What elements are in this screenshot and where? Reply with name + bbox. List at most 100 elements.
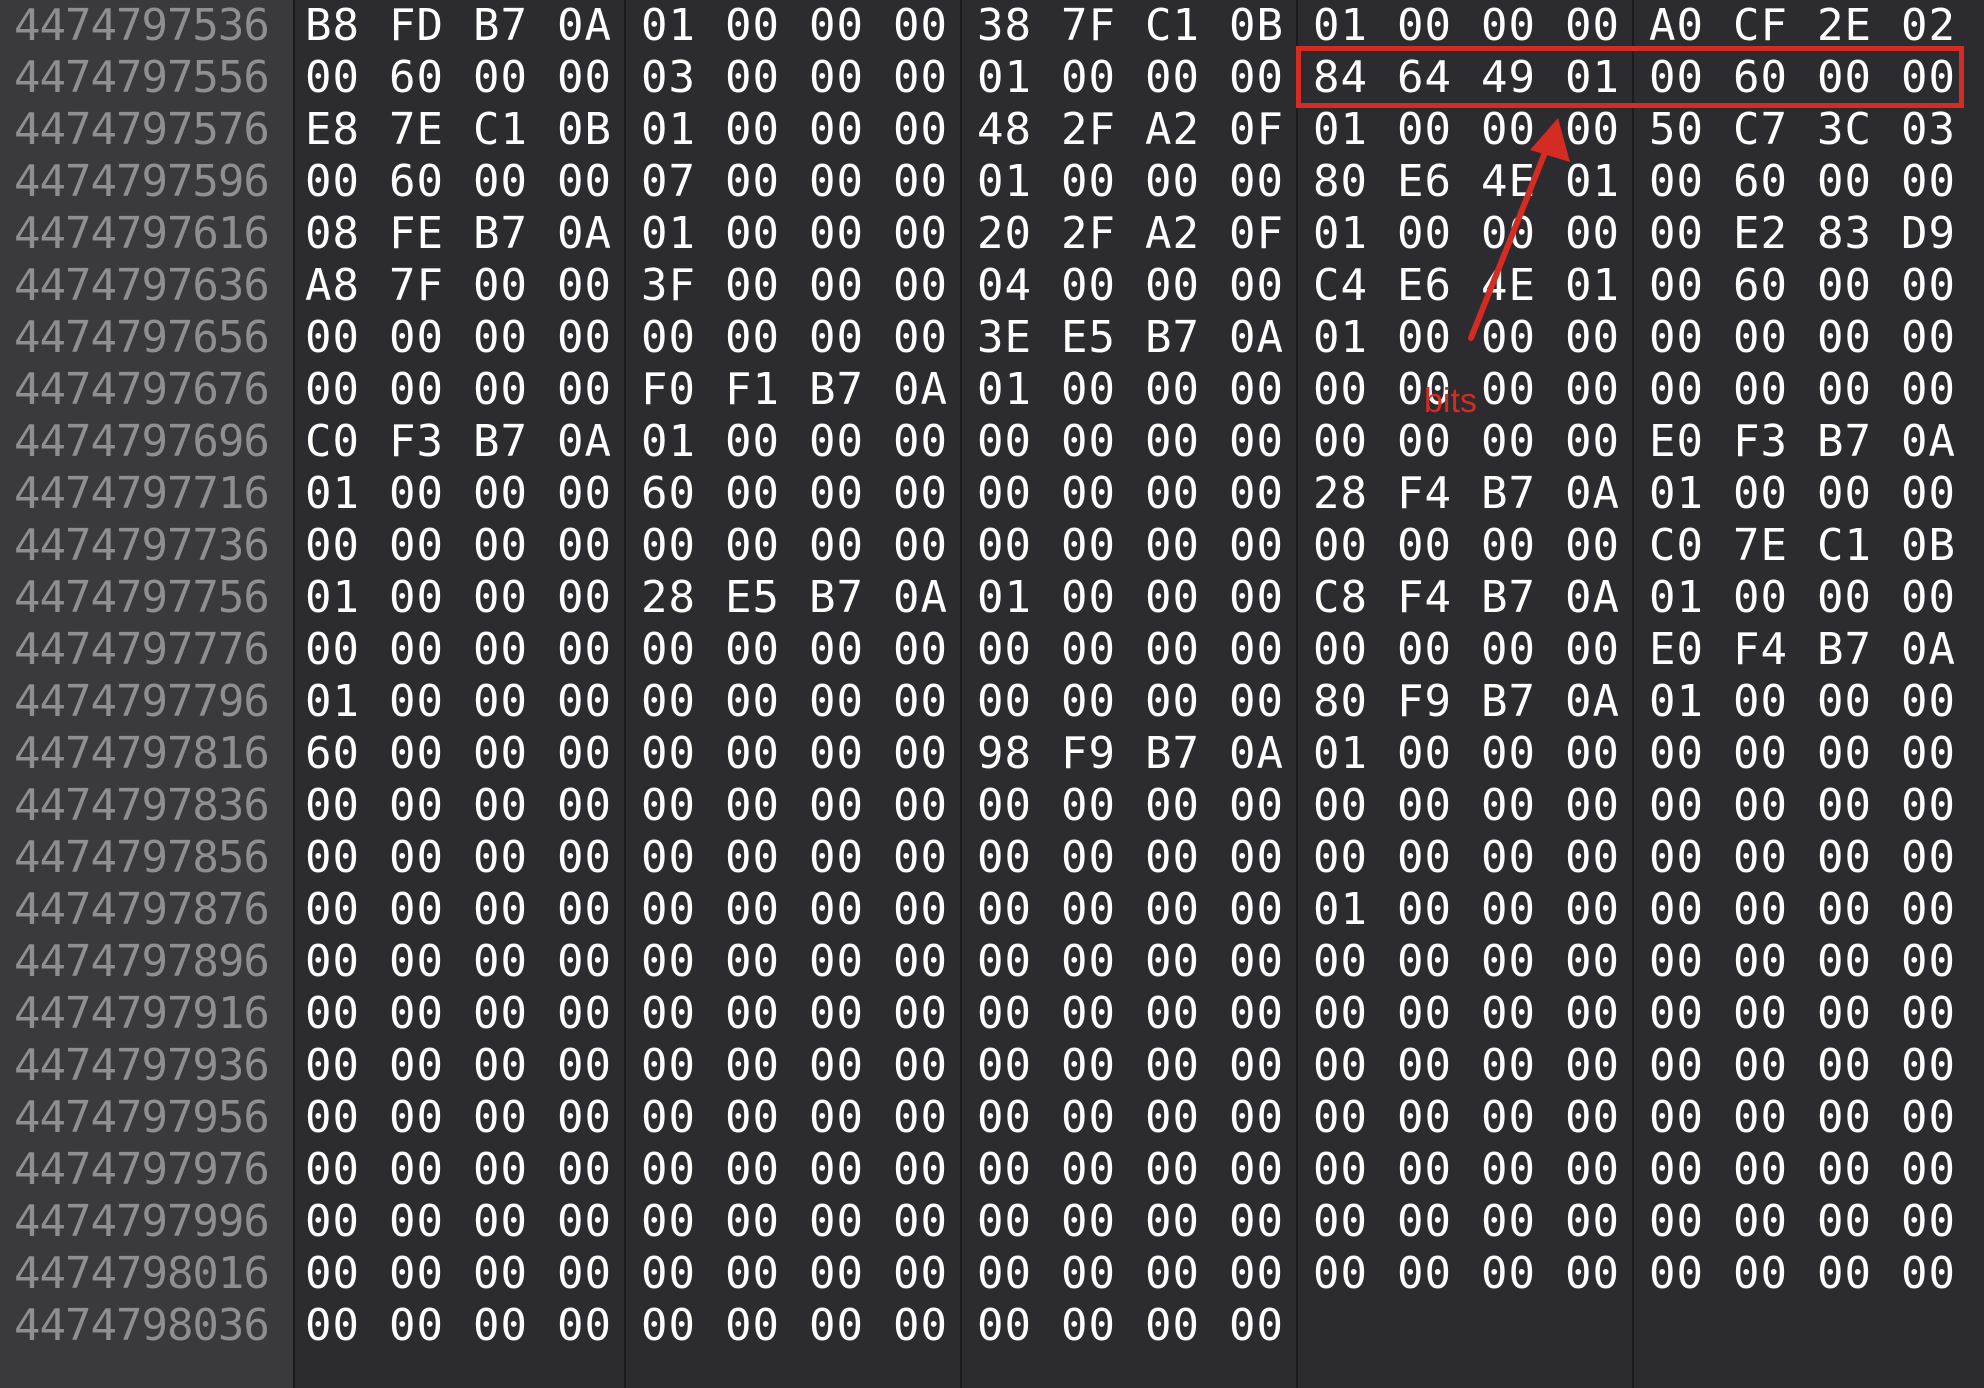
- hex-byte[interactable]: 00: [389, 1196, 444, 1248]
- hex-byte[interactable]: FE: [389, 208, 444, 260]
- hex-byte[interactable]: 00: [1061, 260, 1116, 312]
- hex-byte[interactable]: 00: [1901, 780, 1956, 832]
- hex-byte[interactable]: 00: [641, 1092, 696, 1144]
- hex-byte[interactable]: 00: [1481, 312, 1536, 364]
- hex-byte[interactable]: 01: [641, 416, 696, 468]
- hex-byte[interactable]: 00: [809, 1248, 864, 1300]
- hex-byte[interactable]: 00: [1733, 1196, 1788, 1248]
- hex-byte[interactable]: 00: [809, 520, 864, 572]
- hex-byte[interactable]: 00: [1061, 884, 1116, 936]
- hex-byte[interactable]: 00: [473, 312, 528, 364]
- hex-byte[interactable]: 2F: [1061, 208, 1116, 260]
- hex-byte[interactable]: 83: [1817, 208, 1872, 260]
- hex-byte[interactable]: 00: [473, 624, 528, 676]
- hex-byte[interactable]: 00: [1733, 364, 1788, 416]
- hex-byte[interactable]: 01: [1313, 0, 1368, 52]
- hex-byte[interactable]: 00: [1901, 468, 1956, 520]
- hex-byte[interactable]: 00: [1649, 364, 1704, 416]
- hex-byte[interactable]: 00: [809, 832, 864, 884]
- hex-byte[interactable]: 00: [557, 1248, 612, 1300]
- hex-byte[interactable]: 00: [557, 728, 612, 780]
- hex-byte[interactable]: 00: [1145, 1248, 1200, 1300]
- hex-byte[interactable]: B7: [473, 416, 528, 468]
- hex-byte[interactable]: F4: [1397, 572, 1452, 624]
- hex-byte[interactable]: B7: [1481, 468, 1536, 520]
- hex-byte[interactable]: 00: [1313, 1040, 1368, 1092]
- hex-byte[interactable]: 03: [641, 52, 696, 104]
- hex-byte[interactable]: 00: [893, 1196, 948, 1248]
- hex-byte[interactable]: 0F: [1229, 104, 1284, 156]
- hex-byte[interactable]: 01: [1649, 676, 1704, 728]
- hex-byte[interactable]: 00: [725, 104, 780, 156]
- hex-byte[interactable]: 48: [977, 104, 1032, 156]
- hex-byte[interactable]: 20: [977, 208, 1032, 260]
- hex-byte[interactable]: 00: [1649, 780, 1704, 832]
- hex-byte[interactable]: 00: [557, 364, 612, 416]
- hex-byte[interactable]: 50: [1649, 104, 1704, 156]
- hex-byte[interactable]: 00: [389, 676, 444, 728]
- hex-byte[interactable]: 00: [557, 988, 612, 1040]
- hex-byte[interactable]: 00: [1229, 52, 1284, 104]
- hex-byte[interactable]: 00: [389, 832, 444, 884]
- hex-byte[interactable]: 60: [305, 728, 360, 780]
- hex-byte[interactable]: 00: [1397, 988, 1452, 1040]
- hex-byte[interactable]: 00: [1481, 0, 1536, 52]
- hex-byte[interactable]: 00: [1061, 1092, 1116, 1144]
- hex-byte[interactable]: 00: [1481, 884, 1536, 936]
- hex-byte[interactable]: 00: [389, 884, 444, 936]
- hex-byte[interactable]: 00: [725, 416, 780, 468]
- hex-byte[interactable]: 00: [1481, 936, 1536, 988]
- hex-byte[interactable]: 01: [977, 364, 1032, 416]
- hex-byte[interactable]: 00: [977, 1040, 1032, 1092]
- hex-byte[interactable]: 00: [1901, 832, 1956, 884]
- hex-byte[interactable]: 60: [1733, 260, 1788, 312]
- hex-byte[interactable]: 00: [809, 676, 864, 728]
- hex-byte[interactable]: 00: [725, 468, 780, 520]
- hex-byte[interactable]: A0: [1649, 0, 1704, 52]
- hex-byte[interactable]: 00: [1397, 312, 1452, 364]
- hex-byte[interactable]: 00: [1733, 884, 1788, 936]
- hex-byte[interactable]: 00: [1397, 416, 1452, 468]
- hex-byte[interactable]: 00: [641, 1300, 696, 1352]
- hex-byte[interactable]: C8: [1313, 572, 1368, 624]
- hex-byte[interactable]: 00: [1061, 52, 1116, 104]
- hex-byte[interactable]: 00: [1817, 780, 1872, 832]
- hex-byte[interactable]: 00: [641, 936, 696, 988]
- hex-byte[interactable]: 00: [1313, 1092, 1368, 1144]
- hex-byte[interactable]: 00: [389, 572, 444, 624]
- hex-byte[interactable]: 00: [1901, 1040, 1956, 1092]
- hex-byte[interactable]: 00: [1481, 832, 1536, 884]
- hex-byte[interactable]: 00: [641, 1196, 696, 1248]
- hex-byte[interactable]: 00: [1229, 156, 1284, 208]
- hex-byte[interactable]: 00: [1481, 1248, 1536, 1300]
- hex-byte[interactable]: 00: [1145, 1092, 1200, 1144]
- hex-byte[interactable]: 00: [893, 1144, 948, 1196]
- hex-byte[interactable]: 00: [1565, 520, 1620, 572]
- hex-byte[interactable]: 00: [1313, 1196, 1368, 1248]
- hex-byte[interactable]: 00: [1649, 1092, 1704, 1144]
- hex-byte[interactable]: 00: [389, 988, 444, 1040]
- hex-byte[interactable]: E0: [1649, 416, 1704, 468]
- hex-byte[interactable]: 7F: [389, 260, 444, 312]
- hex-byte[interactable]: 7E: [1733, 520, 1788, 572]
- hex-byte[interactable]: 00: [1901, 676, 1956, 728]
- hex-byte[interactable]: 00: [725, 156, 780, 208]
- hex-byte[interactable]: 00: [641, 624, 696, 676]
- hex-byte[interactable]: B7: [1481, 572, 1536, 624]
- hex-byte[interactable]: 00: [977, 416, 1032, 468]
- hex-byte[interactable]: 00: [1397, 780, 1452, 832]
- hex-byte[interactable]: 00: [1229, 936, 1284, 988]
- hex-byte[interactable]: 00: [1817, 312, 1872, 364]
- hex-byte[interactable]: 00: [725, 260, 780, 312]
- hex-byte[interactable]: 01: [977, 52, 1032, 104]
- hex-byte[interactable]: 00: [725, 988, 780, 1040]
- hex-byte[interactable]: 00: [809, 1144, 864, 1196]
- hex-byte[interactable]: 00: [1901, 572, 1956, 624]
- hex-byte[interactable]: 00: [1817, 468, 1872, 520]
- hex-byte[interactable]: 00: [1565, 936, 1620, 988]
- hex-byte[interactable]: 00: [1649, 728, 1704, 780]
- hex-byte[interactable]: 00: [809, 0, 864, 52]
- hex-byte[interactable]: 00: [1733, 936, 1788, 988]
- hex-byte[interactable]: F0: [641, 364, 696, 416]
- hex-byte[interactable]: 00: [893, 1092, 948, 1144]
